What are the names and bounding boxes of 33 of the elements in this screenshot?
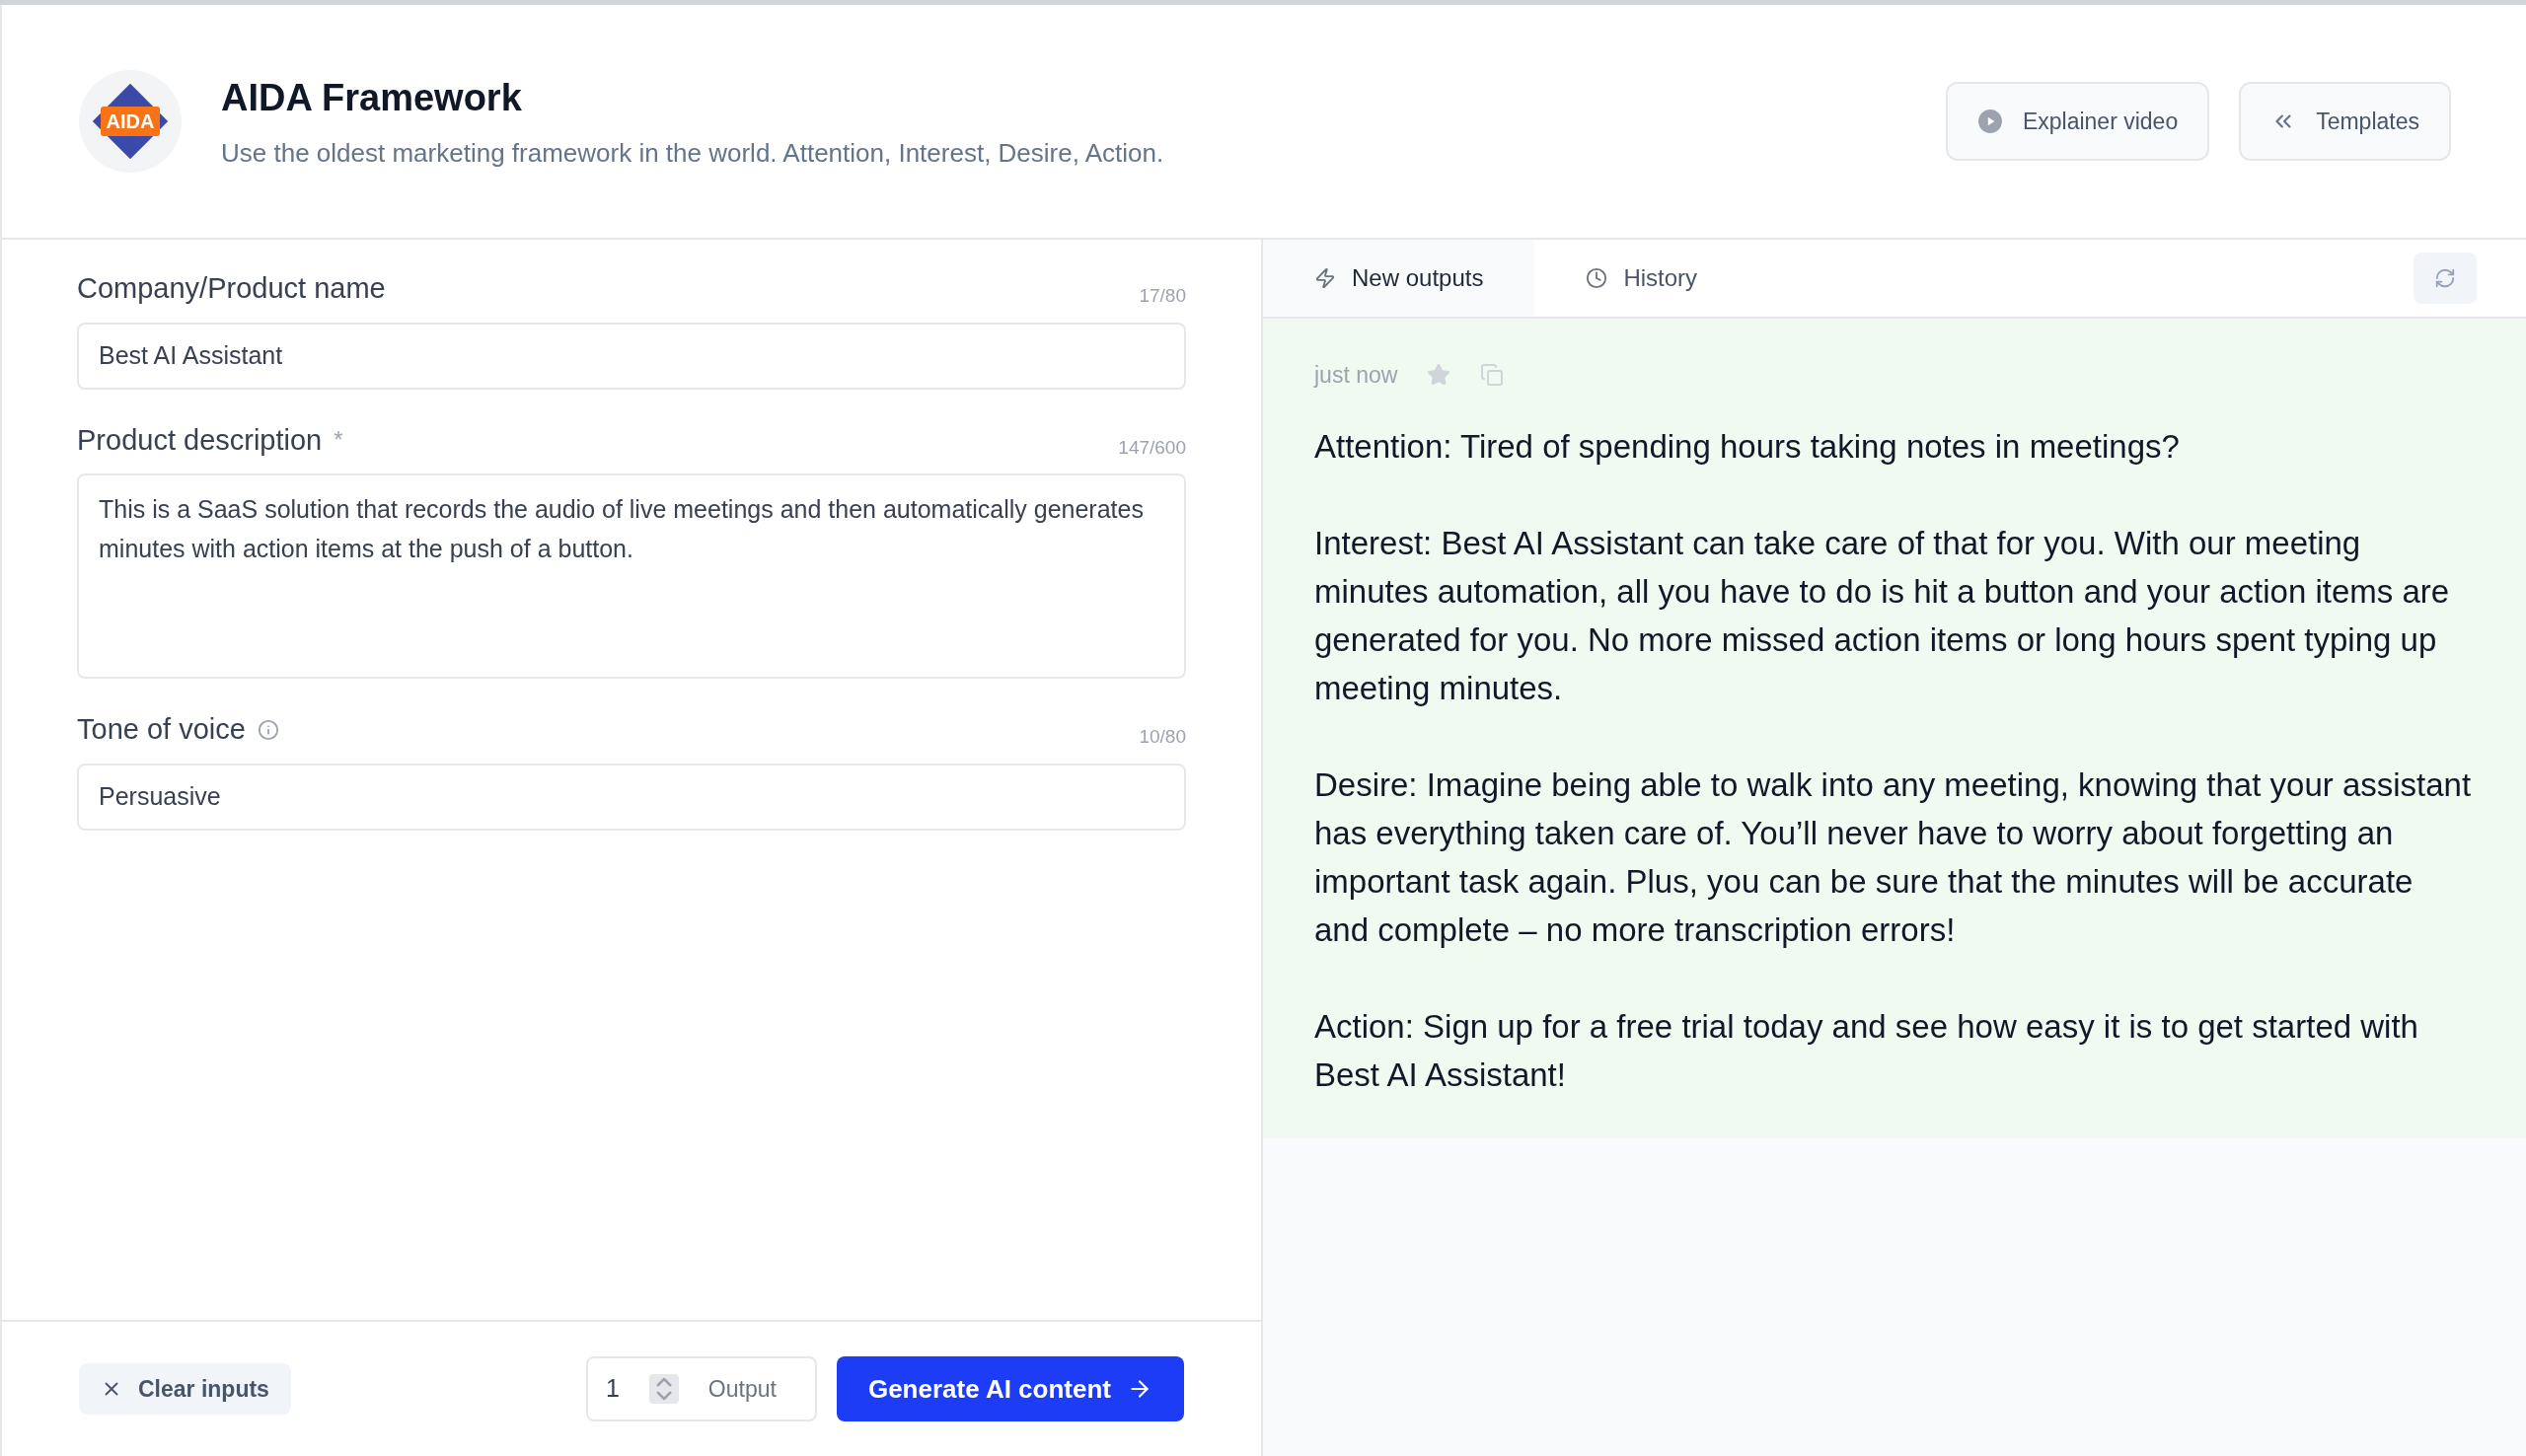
character-counter: 17/80 xyxy=(1139,284,1186,308)
timestamp: just now xyxy=(1314,361,1398,390)
description-field[interactable]: This is a SaaS solution that records the audio of live meetings and then automatically generates minutes with action items at the push of a button. xyxy=(77,473,1186,679)
input-field[interactable]: Persuasive xyxy=(77,763,1186,831)
field-label: Product description xyxy=(77,422,323,458)
required-mark: * xyxy=(334,425,343,456)
page-subtitle: Use the oldest marketing framework in the world. Attention, Interest, Desire, Action. xyxy=(221,137,1164,170)
character-counter: 147/600 xyxy=(1118,435,1186,460)
copy-icon[interactable] xyxy=(1480,363,1505,388)
field-label: Tone of voice xyxy=(77,712,246,747)
clock-icon xyxy=(1586,267,1608,289)
field-label: Company/Product name xyxy=(77,271,386,306)
lightning-icon xyxy=(1314,267,1336,289)
generate-button[interactable]: Generate AI content xyxy=(836,1356,1184,1421)
explainer-video-button[interactable]: Explainer video xyxy=(1945,82,2210,161)
character-counter: 10/80 xyxy=(1139,725,1186,749)
logo: AIDA xyxy=(79,70,182,173)
output-paragraph: Interest: Best AI Assistant can take care of that for you. With our meeting minutes automation, all you have to do is hit a button and your action items are generated for you. No more missed action items or long hours spent typing up meeting minutes. xyxy=(1314,523,2451,708)
refresh-button[interactable] xyxy=(2414,253,2477,304)
page-title: AIDA Framework xyxy=(221,76,523,120)
refresh-icon xyxy=(2434,267,2456,289)
star-icon[interactable] xyxy=(1427,363,1451,388)
templates-button[interactable]: Templates xyxy=(2239,82,2451,161)
stepper-icon[interactable] xyxy=(648,1374,679,1404)
play-icon xyxy=(1976,109,2003,134)
output-count-field[interactable]: 1 Output xyxy=(585,1356,817,1421)
input-field[interactable]: Best AI Assistant xyxy=(77,322,1186,390)
output-paragraph: Action: Sign up for a free trial today and see how easy it is to get started with Best AI Assistant! xyxy=(1314,1006,2419,1095)
info-icon xyxy=(257,718,279,741)
clear-inputs-button[interactable]: Clear inputs xyxy=(79,1363,291,1415)
output-paragraph: Desire: Imagine being able to walk into any meeting, knowing that your assistant has everything taken care of. You’ll never have to worry about forgetting an important task again. Plus, you can be sure that the minutes will be accurate and complete – no more transcription errors! xyxy=(1314,764,2473,950)
tab[interactable]: New outputs xyxy=(1263,240,1535,317)
output-paragraph: Attention: Tired of spending hours taking notes in meetings? xyxy=(1314,426,2181,467)
